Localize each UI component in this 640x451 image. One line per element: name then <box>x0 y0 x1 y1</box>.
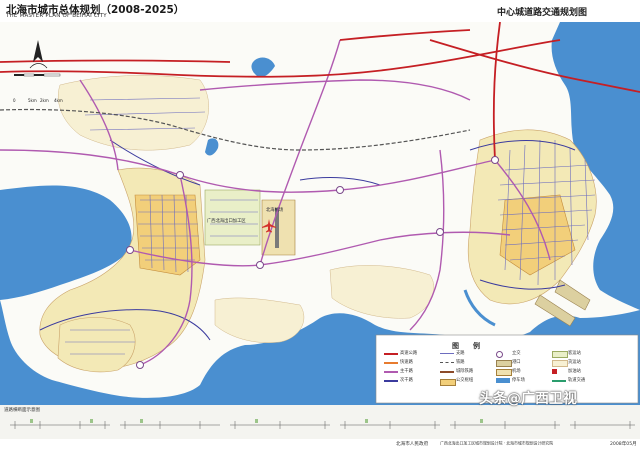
footer-center: 广西北海出口加工区城市规划设计院 · 北海市城市规划设计研究院 <box>440 441 554 447</box>
legend-item: 公交枢纽 <box>456 378 474 383</box>
legend-item: 加油站 <box>568 369 581 374</box>
urban-zone-southwest <box>57 317 136 373</box>
legend-swatch-secondary <box>384 380 398 382</box>
legend-swatch-expressway <box>384 362 398 364</box>
footer-right: 2008年05月 <box>610 442 637 447</box>
legend-item: 高速公路 <box>400 351 418 356</box>
legend-item: 次干路 <box>400 378 413 383</box>
sheet-title: 中心城道路交通规划图 <box>497 8 588 18</box>
legend-item: 停车场 <box>512 378 525 383</box>
cross-section-diagrams <box>10 419 635 429</box>
legend-item: 支路 <box>456 351 465 356</box>
legend-item: 铁路 <box>456 360 465 365</box>
scale-label-1: 5km <box>28 98 37 103</box>
legend-item: 客运站 <box>568 351 581 356</box>
legend-item: 快速路 <box>400 360 413 365</box>
legend-swatch-intercity-rail <box>440 371 454 373</box>
map-title-english: THE MASTER PLAN OF BEIHAI CITY <box>6 13 107 19</box>
airport-label: 北海机场 <box>266 208 284 213</box>
watermark: 头条@广西卫视 <box>479 391 577 407</box>
master-plan-map: 北海市城市总体规划（2008-2025） THE MASTER PLAN OF … <box>0 0 640 451</box>
footer-left: 北海市人民政府 <box>396 442 429 447</box>
legend-swatch-primary <box>384 371 398 373</box>
legend-swatch-rail <box>440 362 454 363</box>
scale-bar <box>14 73 61 77</box>
legend-swatch-hub <box>440 379 456 386</box>
cross-section-strip <box>0 405 640 439</box>
map-canvas <box>0 22 640 405</box>
legend-swatch-branch <box>440 353 454 354</box>
legend-swatch-passenger-station <box>552 351 568 358</box>
legend-item: 港口 <box>512 360 521 365</box>
legend-item: 货运站 <box>568 360 581 365</box>
legend-item: 城际铁路 <box>456 369 474 374</box>
legend-swatch-highway <box>384 353 398 355</box>
legend-swatch-airport <box>496 369 512 376</box>
scale-label-0: 0 <box>13 98 16 103</box>
cross-section-label: 道路横断面示意图 <box>4 408 40 413</box>
legend-item: 机场 <box>512 369 521 374</box>
legend-swatch-port <box>496 360 512 367</box>
legend-swatch-freight-station <box>552 360 568 367</box>
scale-label-2: 2km <box>40 98 49 103</box>
legend-swatch-interchange <box>496 351 503 358</box>
legend-swatch-rail-transit <box>552 380 566 382</box>
legend-item: 立交 <box>512 351 521 356</box>
legend-item: 轨道交通 <box>568 378 586 383</box>
scale-label-3: 4km <box>54 98 63 103</box>
legend-swatch-parking <box>496 378 510 383</box>
legend-swatch-gas-station <box>552 369 557 374</box>
legend-item: 主干路 <box>400 369 413 374</box>
industrial-park-label: 广西北海出口加工区 <box>207 219 246 224</box>
